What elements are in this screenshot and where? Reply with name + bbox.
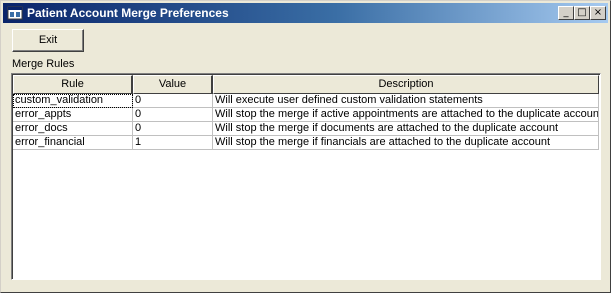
column-header-rule[interactable]: Rule <box>13 75 133 94</box>
value-cell[interactable]: 0 <box>133 108 213 122</box>
maximize-button[interactable]: □ <box>574 6 590 20</box>
column-header-description[interactable]: Description <box>213 75 599 94</box>
value-cell[interactable]: 1 <box>133 136 213 150</box>
description-cell[interactable]: Will stop the merge if financials are at… <box>213 136 599 150</box>
column-header-value[interactable]: Value <box>133 75 213 94</box>
table-row[interactable]: error_financial 1 Will stop the merge if… <box>13 136 599 150</box>
table-row[interactable]: error_docs 0 Will stop the merge if docu… <box>13 122 599 136</box>
value-cell[interactable]: 0 <box>133 94 213 108</box>
value-cell[interactable]: 0 <box>133 122 213 136</box>
merge-rules-label: Merge Rules <box>12 58 75 70</box>
rule-cell[interactable]: error_docs <box>13 122 133 136</box>
minimize-icon: _ <box>563 7 569 18</box>
maximize-icon: □ <box>577 7 587 18</box>
title-bar[interactable]: Patient Account Merge Preferences _ □ × <box>3 3 608 23</box>
close-icon: × <box>593 7 603 18</box>
window-title: Patient Account Merge Preferences <box>27 6 229 20</box>
table-row[interactable]: error_appts 0 Will stop the merge if act… <box>13 108 599 122</box>
app-icon <box>7 6 23 20</box>
rule-cell[interactable]: error_appts <box>13 108 133 122</box>
description-cell[interactable]: Will execute user defined custom validat… <box>213 94 599 108</box>
rule-cell[interactable]: custom_validation <box>13 94 133 108</box>
minimize-button[interactable]: _ <box>558 6 574 20</box>
description-cell[interactable]: Will stop the merge if documents are att… <box>213 122 599 136</box>
exit-button[interactable]: Exit <box>12 29 84 52</box>
app-window: Patient Account Merge Preferences _ □ × … <box>0 0 611 293</box>
table-row[interactable]: custom_validation 0 Will execute user de… <box>13 94 599 108</box>
close-button[interactable]: × <box>590 6 606 20</box>
merge-rules-grid[interactable]: Rule Value Description custom_validation… <box>11 73 601 280</box>
description-cell[interactable]: Will stop the merge if active appointmen… <box>213 108 599 122</box>
rule-cell[interactable]: error_financial <box>13 136 133 150</box>
